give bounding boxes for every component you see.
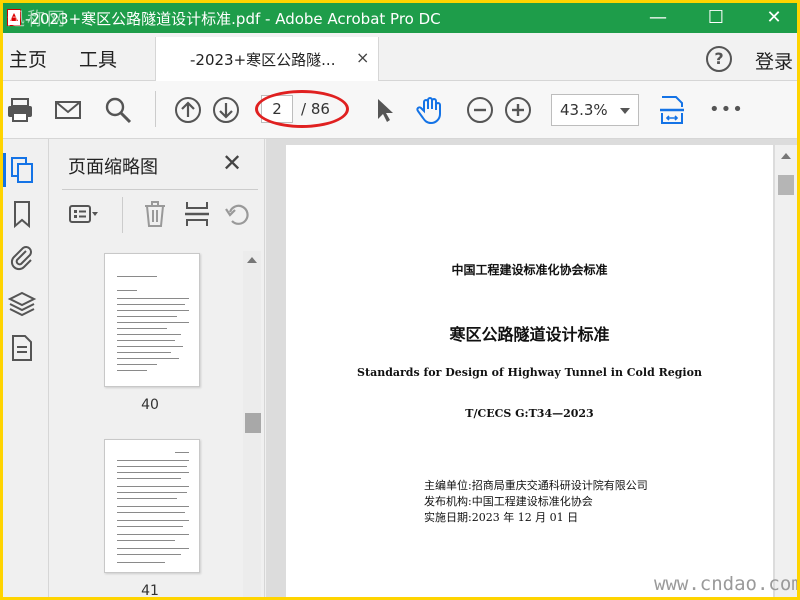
- app-window: -2023+寒区公路隧道设计标准.pdf - Adobe Acrobat Pro…: [3, 3, 797, 597]
- menu-tools[interactable]: 工具: [79, 45, 117, 72]
- panel-scrollbar[interactable]: [243, 251, 261, 597]
- publisher: 发布机构:中国工程建设标准化协会: [424, 495, 593, 508]
- page-thumbnails-icon[interactable]: [7, 155, 37, 185]
- email-icon[interactable]: [53, 95, 83, 125]
- close-window-button[interactable]: ✕: [751, 3, 797, 33]
- document-scroll-thumb[interactable]: [778, 175, 794, 195]
- panel-title: 页面缩略图: [68, 157, 158, 178]
- window-title: -2023+寒区公路隧道设计标准.pdf - Adobe Acrobat Pro…: [25, 10, 441, 28]
- effective-date: 实施日期:2023 年 12 月 01 日: [424, 511, 579, 524]
- document-scrollbar[interactable]: [775, 145, 797, 597]
- select-cursor-icon[interactable]: [369, 95, 399, 125]
- zoom-in-icon[interactable]: [503, 95, 533, 125]
- site-watermark-overlay: 迅称网: [7, 9, 67, 30]
- navigation-rail: [3, 139, 49, 597]
- document-view: 中国工程建设标准化协会标准 寒区公路隧道设计标准 Standards for D…: [266, 139, 797, 597]
- thumbnail-panel: 页面缩略图 ✕ 40 41: [50, 139, 265, 597]
- login-button[interactable]: 登录: [755, 47, 793, 74]
- print-icon[interactable]: [5, 95, 35, 125]
- document-tab-label: -2023+寒区公路隧...: [190, 51, 336, 69]
- active-indicator: [3, 153, 6, 187]
- menu-bar: 主页 工具 -2023+寒区公路隧... × ? 登录: [3, 33, 797, 81]
- title-bar: -2023+寒区公路隧道设计标准.pdf - Adobe Acrobat Pro…: [3, 3, 797, 33]
- previous-page-icon[interactable]: [173, 95, 203, 125]
- rotate-page-icon[interactable]: [224, 199, 254, 229]
- attachment-icon[interactable]: [7, 243, 37, 273]
- toolbar-divider: [155, 91, 156, 127]
- delete-page-icon[interactable]: [140, 199, 170, 229]
- panel-toolbar-divider: [122, 197, 123, 233]
- org-standard-title: 中国工程建设标准化协会标准: [451, 263, 608, 277]
- layers-icon[interactable]: [7, 289, 37, 319]
- red-annotation-ellipse: [255, 90, 349, 128]
- thumbnail-page-number: 41: [141, 583, 159, 597]
- editor-unit: 主编单位:招商局重庆交通科研设计院有限公司: [424, 479, 648, 492]
- more-options-icon[interactable]: •••: [709, 95, 743, 125]
- zoom-level-value: 43.3%: [560, 101, 608, 119]
- document-title: 寒区公路隧道设计标准: [449, 325, 610, 344]
- bookmark-icon[interactable]: [7, 199, 37, 229]
- zoom-out-icon[interactable]: [465, 95, 495, 125]
- panel-close-icon[interactable]: ✕: [222, 149, 242, 177]
- scroll-up-icon[interactable]: [247, 257, 257, 263]
- page-thumbnail-41[interactable]: [104, 439, 200, 573]
- toolbar: 2 / 86 43.3% •••: [3, 81, 797, 139]
- help-icon[interactable]: ?: [706, 46, 732, 72]
- panel-scroll-thumb[interactable]: [245, 413, 261, 433]
- maximize-button[interactable]: ☐: [693, 3, 739, 33]
- page-thumbnail-40[interactable]: [104, 253, 200, 387]
- next-page-icon[interactable]: [211, 95, 241, 125]
- thumbnail-options-icon[interactable]: [68, 199, 98, 229]
- minimize-button[interactable]: —: [635, 3, 681, 33]
- chevron-down-icon: [620, 108, 630, 114]
- fit-page-icon[interactable]: [657, 95, 687, 125]
- standard-code: T/CECS G:T34—2023: [465, 407, 594, 420]
- menu-home[interactable]: 主页: [9, 45, 47, 72]
- zoom-level-select[interactable]: 43.3%: [551, 94, 639, 126]
- site-watermark: www.cndao.com: [654, 573, 797, 595]
- scroll-up-icon[interactable]: [781, 153, 791, 159]
- thumbnail-page-number: 40: [141, 397, 159, 413]
- document-tab[interactable]: -2023+寒区公路隧... ×: [155, 37, 379, 81]
- hand-tool-icon[interactable]: [415, 95, 445, 125]
- insert-page-icon[interactable]: [182, 199, 212, 229]
- document-page: 中国工程建设标准化协会标准 寒区公路隧道设计标准 Standards for D…: [286, 145, 773, 597]
- document-properties-icon[interactable]: [7, 333, 37, 363]
- document-english-title: Standards for Design of Highway Tunnel i…: [357, 366, 702, 379]
- thumbnail-list: 40 41: [50, 247, 265, 597]
- search-icon[interactable]: [103, 95, 133, 125]
- panel-divider: [62, 189, 258, 190]
- tab-close-icon[interactable]: ×: [356, 48, 369, 67]
